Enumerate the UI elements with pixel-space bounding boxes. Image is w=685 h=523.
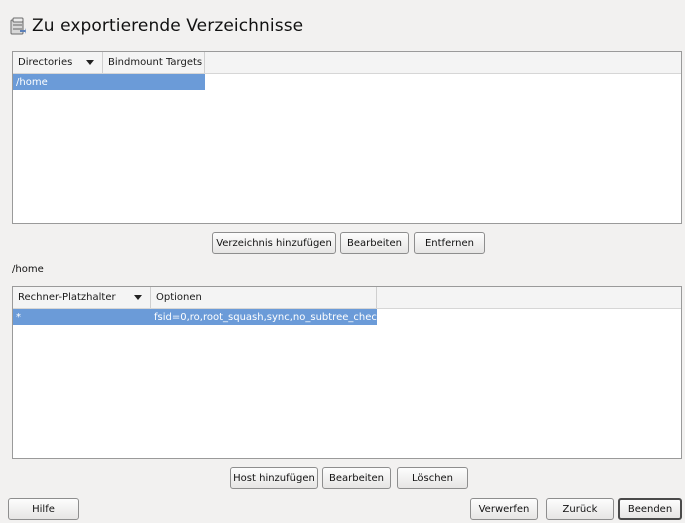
page-header: Zu exportierende Verzeichnisse — [10, 14, 303, 38]
add-directory-button[interactable]: Verzeichnis hinzufügen — [212, 232, 336, 254]
column-header-label: Optionen — [156, 292, 202, 303]
discard-button[interactable]: Verwerfen — [470, 498, 538, 520]
column-header-host-wildcard[interactable]: Rechner-Platzhalter — [13, 287, 151, 308]
column-header-options[interactable]: Optionen — [151, 287, 377, 308]
chevron-down-icon — [86, 60, 94, 65]
finish-button[interactable]: Beenden — [618, 498, 682, 520]
column-header-label: Rechner-Platzhalter — [18, 292, 116, 303]
add-host-button[interactable]: Host hinzufügen — [230, 467, 318, 489]
options-cell: fsid=0,ro,root_squash,sync,no_subtree_ch… — [154, 311, 377, 323]
table-row[interactable]: * fsid=0,ro,root_squash,sync,no_subtree_… — [13, 309, 377, 325]
column-header-label: Bindmount Targets — [108, 57, 203, 68]
column-header-bindmount-targets[interactable]: Bindmount Targets — [103, 52, 205, 73]
column-header-label: Directories — [18, 57, 73, 68]
edit-host-button[interactable]: Bearbeiten — [322, 467, 391, 489]
hosts-table-header: Rechner-Platzhalter Optionen — [13, 287, 681, 309]
selected-directory-label: /home — [12, 264, 44, 275]
delete-host-button[interactable]: Löschen — [397, 467, 468, 489]
chevron-down-icon — [134, 295, 142, 300]
folder-export-icon — [10, 17, 26, 35]
directories-table[interactable]: Directories Bindmount Targets /home — [12, 51, 682, 224]
page-title: Zu exportierende Verzeichnisse — [32, 16, 304, 36]
edit-directory-button[interactable]: Bearbeiten — [340, 232, 409, 254]
back-button[interactable]: Zurück — [546, 498, 614, 520]
host-cell: * — [16, 311, 21, 323]
remove-directory-button[interactable]: Entfernen — [414, 232, 485, 254]
directory-cell: /home — [16, 76, 48, 88]
directories-table-header: Directories Bindmount Targets — [13, 52, 681, 74]
column-header-directories[interactable]: Directories — [13, 52, 103, 73]
table-row[interactable]: /home — [13, 74, 205, 90]
help-button[interactable]: Hilfe — [8, 498, 79, 520]
hosts-table[interactable]: Rechner-Platzhalter Optionen * fsid=0,ro… — [12, 286, 682, 459]
